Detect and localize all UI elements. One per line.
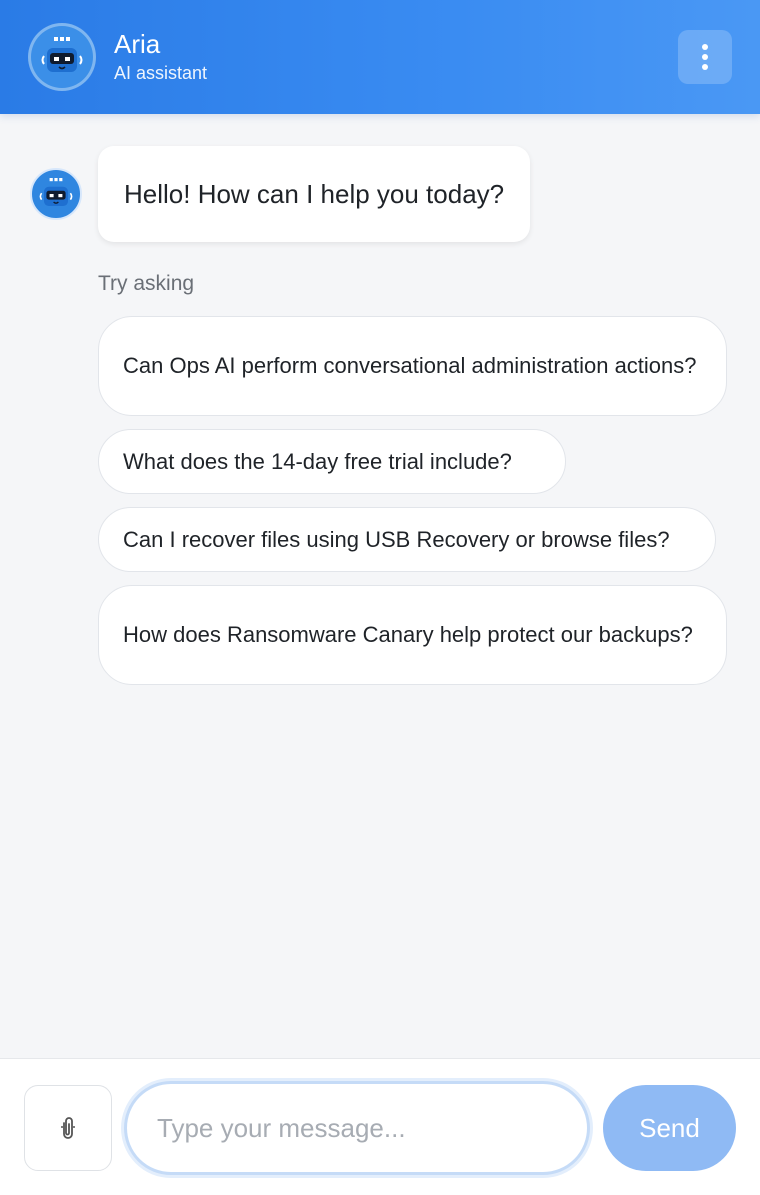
suggestions-label: Try asking xyxy=(98,272,195,295)
robot-icon xyxy=(41,37,83,72)
assistant-avatar-small xyxy=(30,168,82,220)
message-composer: Send xyxy=(0,1058,760,1195)
suggestion-chip[interactable]: How does Ransomware Canary help protect … xyxy=(98,585,727,685)
send-button[interactable]: Send xyxy=(603,1085,736,1171)
chat-header: Aria AI assistant xyxy=(0,0,760,114)
paperclip-icon xyxy=(61,1117,75,1139)
assistant-name: Aria xyxy=(114,29,161,59)
menu-button[interactable] xyxy=(678,30,732,84)
assistant-avatar xyxy=(28,23,96,91)
assistant-message-bubble: Hello! How can I help you today? xyxy=(98,146,531,242)
header-text: Aria AI assistant xyxy=(114,29,207,85)
assistant-role: AI assistant xyxy=(114,63,208,83)
kebab-menu-icon xyxy=(702,44,708,70)
robot-icon xyxy=(39,178,73,206)
suggestion-chip[interactable]: What does the 14-day free trial include? xyxy=(98,429,566,494)
suggestion-chip[interactable]: Can I recover files using USB Recovery o… xyxy=(98,507,716,572)
attach-button[interactable] xyxy=(24,1085,112,1171)
suggestion-chip[interactable]: Can Ops AI perform conversational admini… xyxy=(98,316,727,416)
message-input[interactable] xyxy=(124,1081,590,1175)
assistant-message-row: Hello! How can I help you today? xyxy=(30,146,531,242)
